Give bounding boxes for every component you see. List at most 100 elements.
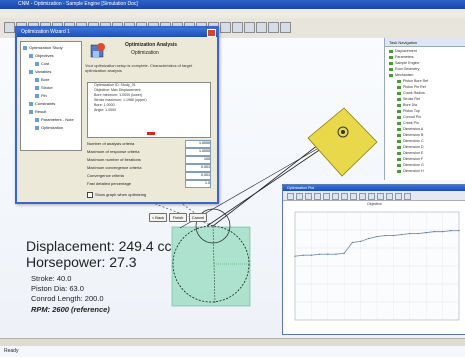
plot-toolbar-button-icon[interactable] — [323, 193, 330, 200]
panel-item[interactable]: Dimension C — [397, 139, 424, 143]
plot-toolbar-button-icon[interactable] — [314, 193, 321, 200]
dialog-close-button[interactable] — [207, 29, 216, 37]
tree-item[interactable]: Pin — [35, 93, 47, 98]
tree-item-label: Optimization — [41, 125, 64, 130]
toolbar-button-icon[interactable] — [268, 22, 279, 33]
toolbar-button-icon[interactable] — [4, 22, 15, 33]
panel-item-label: Dimension E — [403, 151, 424, 155]
tree-item[interactable]: Optimization — [35, 125, 63, 130]
piston-dia-readout: Piston Dia: 63.0 — [31, 284, 84, 293]
tree-node-icon — [29, 53, 33, 58]
stroke-readout: Stroke: 40.0 — [31, 274, 72, 283]
toolbar-button-icon[interactable] — [232, 22, 243, 33]
data-point — [417, 233, 419, 235]
checkbox-icon[interactable] — [87, 192, 93, 198]
tree-item-label: Bore — [41, 77, 50, 82]
plot-toolbar-button-icon[interactable] — [359, 193, 366, 200]
data-point — [450, 230, 452, 232]
displacement-readout: Displacement: 249.4 cc — [26, 238, 172, 254]
toolbar-button-icon[interactable] — [280, 22, 291, 33]
panel-item[interactable]: Mechanism — [389, 73, 413, 77]
plot-toolbar-button-icon[interactable] — [296, 193, 303, 200]
panel-item[interactable]: Conrod Pin — [397, 115, 421, 119]
field-input[interactable]: 1.0 — [185, 180, 211, 188]
tree-node-icon — [29, 69, 33, 74]
panel-item[interactable]: Displacement — [389, 49, 417, 53]
conrod-length-readout: Conrod Length: 200.0 — [31, 294, 104, 303]
panel-item[interactable]: Piston Top — [397, 109, 420, 113]
panel-item[interactable]: Dimension B — [397, 133, 423, 137]
show-graph-checkbox[interactable]: Show graph when optimizing — [87, 192, 146, 198]
panel-item-label: Dimension H — [403, 169, 424, 173]
panel-item[interactable]: Crank Pin — [397, 121, 419, 125]
tree-item[interactable]: Result — [29, 109, 46, 114]
field-input[interactable]: 0.001 — [185, 164, 211, 172]
plot-toolbar-button-icon[interactable] — [395, 193, 402, 200]
panel-item[interactable]: Piston Pin Ref — [397, 85, 426, 89]
data-point — [343, 252, 345, 254]
cancel-button[interactable]: Cancel — [189, 213, 207, 222]
data-point — [360, 240, 362, 243]
optimization-tree[interactable]: Optimization Study Objectives Cost Variable… — [20, 41, 82, 151]
panel-item-label: Piston Top — [403, 109, 420, 113]
tree-item-label: Variables — [35, 69, 52, 74]
plot-toolbar-button-icon[interactable] — [341, 193, 348, 200]
tree-item[interactable]: Cost — [35, 61, 49, 66]
panel-item[interactable]: Piston Bore Ref — [397, 79, 428, 83]
status-text: Ready — [4, 348, 19, 354]
feature-icon — [397, 91, 401, 95]
field-input[interactable]: 1.0000 — [185, 140, 211, 148]
tree-item[interactable]: Bore — [35, 77, 49, 82]
cube-shape — [307, 107, 378, 177]
tree-item-label: Cost — [41, 61, 50, 66]
plot-toolbar-button-icon[interactable] — [386, 193, 393, 200]
tree-item[interactable]: Parameters - Note — [35, 117, 74, 122]
parameters-list: Optimization ID: Study_01 Objective: Max… — [87, 82, 211, 138]
panel-item[interactable]: Dimension G — [397, 163, 424, 167]
tree-item[interactable]: Optimization Study — [23, 45, 63, 50]
panel-item-label: Dimension A — [403, 127, 424, 131]
tree-item-label: Optimization Study — [29, 45, 63, 50]
panel-item[interactable]: Sample Engine — [389, 61, 419, 65]
toolbar-button-icon[interactable] — [256, 22, 267, 33]
field-label: Convergence criteria — [87, 173, 124, 178]
finish-button[interactable]: Finish — [169, 213, 187, 222]
panel-item[interactable]: Dimension F — [397, 157, 423, 161]
panel-item[interactable]: Dimension A — [397, 127, 423, 131]
tree-item[interactable]: Constraints — [29, 101, 55, 106]
field-input[interactable]: 0.001 — [185, 172, 211, 180]
plot-toolbar-button-icon[interactable] — [377, 193, 384, 200]
data-point — [401, 233, 403, 236]
panel-item[interactable]: Dimension D — [397, 145, 424, 149]
panel-item[interactable]: Dimension E — [397, 151, 423, 155]
toolbar-button-icon[interactable] — [244, 22, 255, 33]
toolbar-button-icon[interactable] — [220, 22, 231, 33]
panel-item-label: Piston Bore Ref — [403, 79, 429, 83]
tree-item[interactable]: Variables — [29, 69, 51, 74]
tree-item[interactable]: Objectives — [29, 53, 54, 58]
plot-toolbar-button-icon[interactable] — [404, 193, 411, 200]
field-input[interactable]: 100 — [185, 156, 211, 164]
panel-item-label: Dimension G — [403, 163, 424, 167]
plot-toolbar-button-icon[interactable] — [350, 193, 357, 200]
dialog-header-subtitle: Optimization — [131, 50, 159, 56]
plot-toolbar-button-icon[interactable] — [305, 193, 312, 200]
feature-icon — [397, 127, 401, 131]
plot-toolbar-button-icon[interactable] — [332, 193, 339, 200]
panel-item[interactable]: Crank Radius — [397, 91, 425, 95]
panel-item[interactable]: Bore Dia — [397, 103, 417, 107]
panel-item-label: Displacement — [395, 49, 417, 53]
panel-item[interactable]: Dimension H — [397, 169, 424, 173]
feature-icon — [397, 145, 401, 149]
field-input[interactable]: 1.0000 — [185, 148, 211, 156]
plot-toolbar-button-icon[interactable] — [287, 193, 294, 200]
panel-item[interactable]: Stroke Ref — [397, 97, 420, 101]
plot-toolbar-button-icon[interactable] — [368, 193, 375, 200]
dialog-field-row: Convergence criteria 0.001 — [87, 172, 211, 180]
data-point — [376, 235, 378, 238]
panel-item[interactable]: Parameters — [389, 55, 414, 59]
panel-item[interactable]: Root Geometry — [389, 67, 419, 71]
tree-item[interactable]: Stroke — [35, 85, 53, 90]
data-point — [425, 232, 427, 234]
back-button[interactable]: < Back — [149, 213, 167, 222]
